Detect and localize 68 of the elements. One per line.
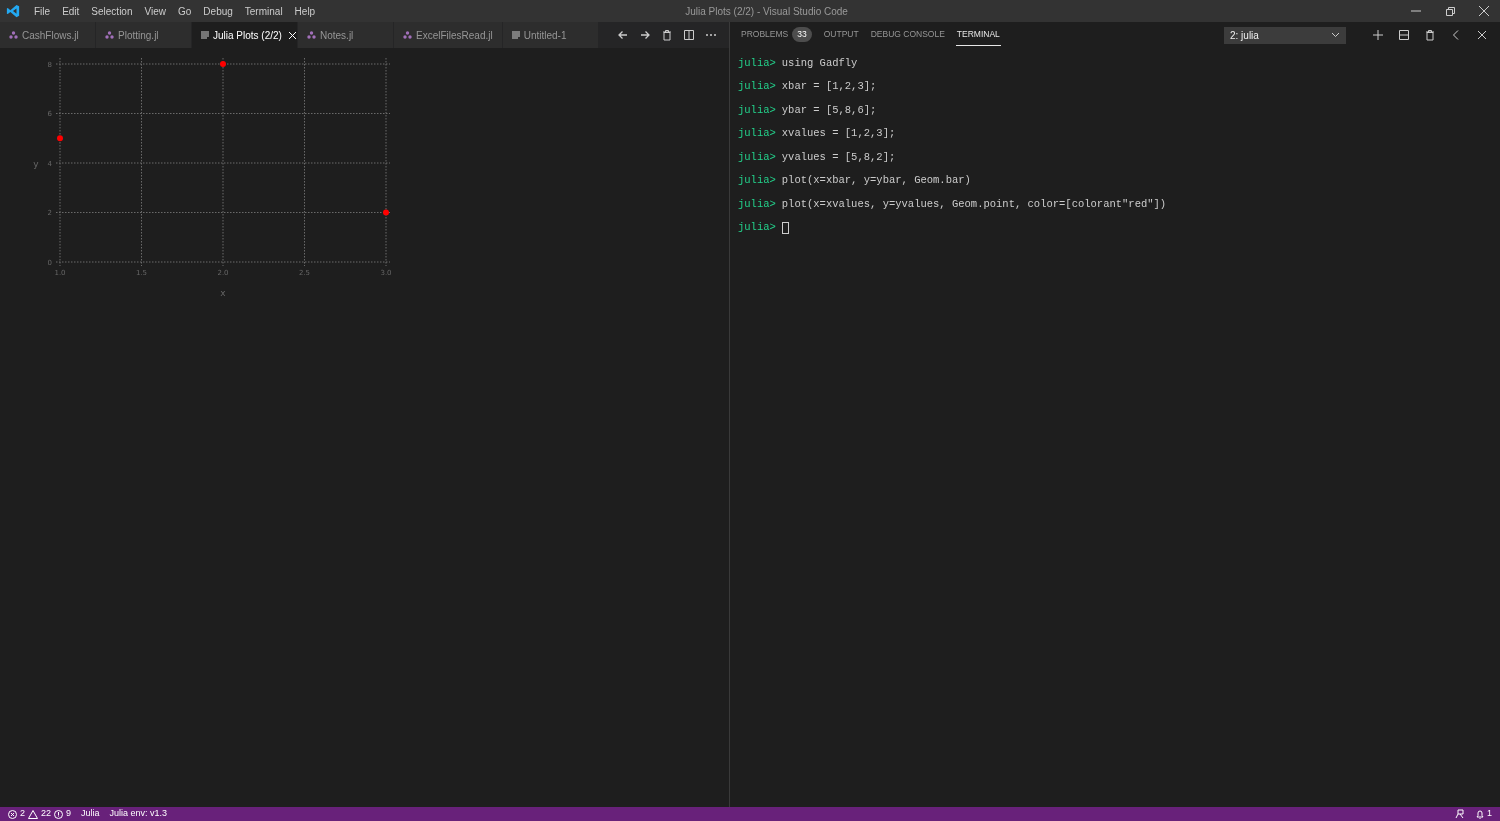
problems-status[interactable]: 2 22 9: [8, 807, 72, 821]
menu-item[interactable]: View: [138, 3, 172, 19]
editor-tab[interactable]: Notes.jl: [298, 22, 393, 48]
terminal-prompt: julia>: [738, 102, 776, 118]
data-point: [383, 209, 389, 216]
info-count: 9: [66, 807, 72, 821]
chevron-down-icon: [1331, 32, 1340, 38]
terminal-command: ybar = [5,8,6];: [781, 102, 877, 118]
error-icon: [8, 809, 17, 819]
bell-icon[interactable]: [1476, 809, 1484, 819]
info-icon: [54, 809, 64, 819]
terminal-command: plot(x=xbar, y=ybar, Geom.bar): [781, 173, 971, 189]
x-axis-label: x: [220, 288, 226, 298]
menu-item[interactable]: Terminal: [238, 3, 289, 19]
lines-file-icon: [511, 31, 520, 39]
menu-item[interactable]: Help: [288, 3, 322, 19]
panel-tab[interactable]: DEBUG CONSOLE: [869, 24, 946, 46]
terminal-prompt: julia>: [738, 79, 776, 95]
terminal-prompt: julia>: [738, 173, 776, 189]
terminal-command: xvalues = [1,2,3];: [781, 126, 896, 142]
terminal-command: xbar = [1,2,3];: [781, 79, 877, 95]
editor-tab[interactable]: CashFlows.jl: [0, 22, 95, 48]
terminal-prompt: julia>: [738, 220, 776, 236]
terminal-prompt: julia>: [738, 149, 776, 165]
split-terminal-icon[interactable]: [1396, 27, 1412, 43]
editor-tab[interactable]: Julia Plots (2/2): [192, 22, 297, 48]
plus-icon[interactable]: [1370, 27, 1386, 43]
terminal-prompt: julia>: [738, 196, 776, 212]
menu-item[interactable]: Edit: [56, 3, 86, 19]
terminal-command: plot(x=xvalues, y=yvalues, Geom.point, color=[colorant"red"]): [781, 196, 1167, 212]
count-badge: 33: [792, 27, 812, 42]
window-title: Julia Plots (2/2) - Visual Studio Code: [685, 4, 848, 19]
status-item[interactable]: Julia env: v1.3: [109, 807, 168, 821]
julia-file-icon: [307, 31, 316, 39]
terminal-prompt: julia>: [738, 126, 776, 142]
close-button[interactable]: [1476, 3, 1492, 19]
split-editor-icon[interactable]: [681, 27, 697, 43]
panel-tab[interactable]: TERMINAL: [955, 24, 1001, 46]
terminal-command: using Gadfly: [781, 55, 858, 71]
error-count: 2: [20, 807, 25, 821]
menu-item[interactable]: Go: [172, 3, 198, 19]
menu-item[interactable]: Debug: [197, 3, 239, 19]
close-icon[interactable]: [287, 30, 297, 40]
warning-count: 22: [41, 807, 52, 821]
restore-icon: [1444, 5, 1456, 17]
panel-tab[interactable]: OUTPUT: [822, 24, 860, 46]
editor-tab[interactable]: Untitled-1: [502, 22, 598, 48]
panel-tab[interactable]: PROBLEMS 33: [740, 24, 813, 46]
notification-count: 1: [1487, 807, 1492, 821]
y-axis-label: y: [33, 159, 39, 169]
data-point: [57, 135, 63, 142]
terminal-command: yvalues = [5,8,2];: [781, 149, 896, 165]
julia-file-icon: [105, 31, 114, 39]
warning-icon: [28, 809, 38, 819]
terminal-select[interactable]: 2: julia: [1224, 26, 1346, 44]
julia-file-icon: [403, 31, 412, 39]
menu-item[interactable]: Selection: [85, 3, 139, 19]
app-logo-icon: [6, 4, 20, 18]
terminal-prompt: julia>: [738, 55, 776, 71]
editor-tab[interactable]: ExcelFilesRead.jl: [394, 22, 502, 48]
julia-file-icon: [9, 31, 18, 39]
editor-tab[interactable]: Plotting.jl: [96, 22, 191, 48]
terminal-cursor: [781, 222, 789, 235]
lines-file-icon: [201, 31, 209, 39]
status-item[interactable]: Julia: [81, 807, 100, 821]
feedback-icon[interactable]: [1455, 809, 1466, 819]
data-point: [220, 61, 226, 67]
menu-item[interactable]: File: [28, 3, 57, 19]
